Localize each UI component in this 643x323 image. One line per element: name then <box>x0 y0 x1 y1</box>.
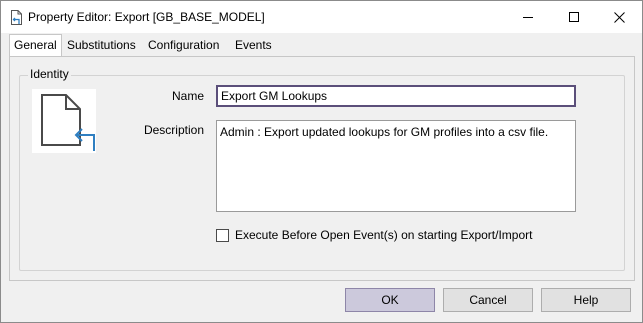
tab-events[interactable]: Events <box>235 37 272 57</box>
identity-group-title: Identity <box>28 67 71 81</box>
maximize-button[interactable] <box>551 1 597 33</box>
execute-before-open-label: Execute Before Open Event(s) on starting… <box>235 228 533 242</box>
export-document-icon <box>10 10 24 25</box>
tab-strip: General Substitutions Configuration Even… <box>1 33 642 57</box>
tab-substitutions[interactable]: Substitutions <box>67 37 136 57</box>
title-bar[interactable]: Property Editor: Export [GB_BASE_MODEL] <box>1 1 642 33</box>
window-title: Property Editor: Export [GB_BASE_MODEL] <box>28 10 265 24</box>
minimize-button[interactable] <box>505 1 551 33</box>
tab-general[interactable]: General <box>9 34 62 57</box>
maximize-icon <box>569 12 579 22</box>
tab-configuration[interactable]: Configuration <box>148 37 219 57</box>
name-label: Name <box>171 89 204 103</box>
property-editor-window: Property Editor: Export [GB_BASE_MODEL] … <box>0 0 643 323</box>
ok-button[interactable]: OK <box>345 288 435 312</box>
general-tab-panel: Identity Name Export GM Lookups Descript… <box>9 56 635 281</box>
help-button[interactable]: Help <box>541 288 631 312</box>
execute-before-open-checkbox[interactable] <box>216 228 229 242</box>
minimize-icon <box>523 17 533 18</box>
execute-before-open-option[interactable]: Execute Before Open Event(s) on starting… <box>216 227 532 243</box>
name-field[interactable]: Export GM Lookups <box>216 85 576 107</box>
export-document-icon <box>32 89 96 153</box>
close-icon <box>613 11 625 23</box>
cancel-button[interactable]: Cancel <box>443 288 533 312</box>
description-field[interactable]: Admin : Export updated lookups for GM pr… <box>216 120 576 212</box>
close-button[interactable] <box>596 1 642 33</box>
description-label: Description <box>143 123 204 137</box>
